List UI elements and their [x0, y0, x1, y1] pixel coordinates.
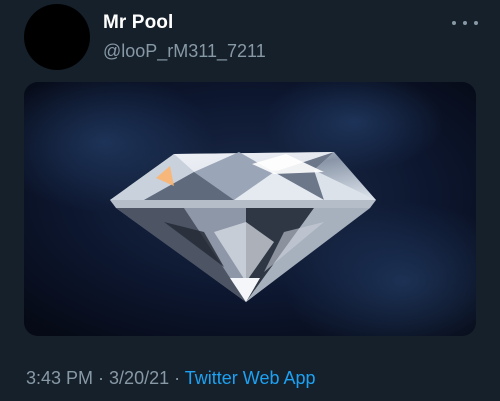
user-handle[interactable]: @looP_rM311_7211: [103, 41, 266, 62]
tweet-time[interactable]: 3:43 PM: [26, 368, 93, 388]
meta-separator: ·: [169, 368, 185, 388]
tweet-date[interactable]: 3/20/21: [109, 368, 169, 388]
more-dot: [463, 21, 467, 25]
avatar[interactable]: [24, 4, 90, 70]
more-dot: [474, 21, 478, 25]
display-name[interactable]: Mr Pool: [103, 12, 173, 34]
meta-separator: ·: [93, 368, 110, 388]
tweet-meta: 3:43 PM · 3/20/21 · Twitter Web App: [26, 368, 316, 389]
more-horizontal-icon[interactable]: [452, 13, 478, 33]
diamond-image: [24, 82, 476, 336]
tweet-image[interactable]: [24, 82, 476, 336]
more-dot: [452, 21, 456, 25]
tweet: Mr Pool @looP_rM311_7211 3:43 PM · 3/20/…: [0, 0, 500, 401]
tweet-source-link[interactable]: Twitter Web App: [185, 368, 316, 388]
